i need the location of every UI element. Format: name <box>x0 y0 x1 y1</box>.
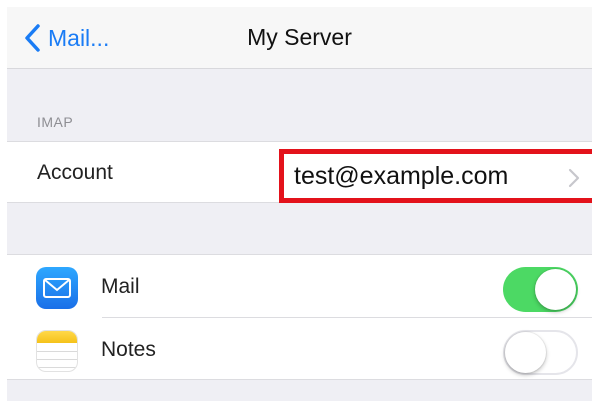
notes-icon <box>36 330 78 372</box>
chevron-right-icon <box>568 168 580 188</box>
mail-icon <box>36 267 78 309</box>
toggle-knob <box>505 332 546 373</box>
navigation-bar: Mail... My Server <box>7 7 592 69</box>
page-title: My Server <box>247 24 352 50</box>
section-header-imap: IMAP <box>37 114 74 130</box>
app-row-mail: Mail <box>7 255 592 318</box>
app-label-notes: Notes <box>101 338 156 361</box>
account-value: test@example.com <box>294 162 509 190</box>
account-label: Account <box>37 161 113 184</box>
settings-screen: Mail... My Server IMAP Account test@exam… <box>7 7 592 401</box>
account-value-highlight[interactable]: test@example.com <box>279 149 592 203</box>
app-row-notes: Notes <box>7 318 592 381</box>
notes-toggle[interactable] <box>503 330 578 375</box>
toggle-knob <box>535 269 576 310</box>
account-row[interactable]: Account test@example.com <box>7 141 592 203</box>
apps-group: Mail Notes <box>7 254 592 380</box>
app-label-mail: Mail <box>101 275 140 298</box>
mail-toggle[interactable] <box>503 267 578 312</box>
